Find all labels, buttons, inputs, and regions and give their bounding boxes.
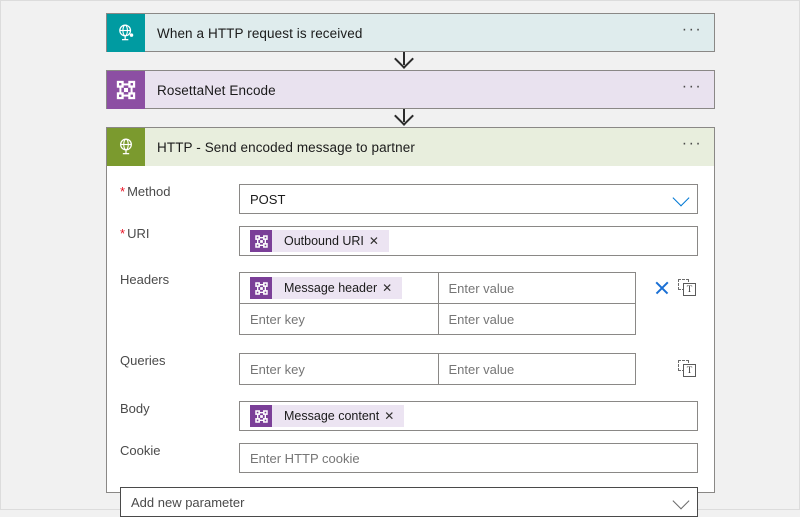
http-card-overflow-menu[interactable]: ··· xyxy=(670,128,714,166)
required-asterisk: * xyxy=(120,184,125,199)
cookie-control: Enter HTTP cookie xyxy=(239,443,698,473)
headers-row-actions: T xyxy=(636,272,698,303)
queries-key-placeholder-1: Enter key xyxy=(250,362,305,377)
http-action-form: *Method POST *URI xyxy=(107,166,714,517)
token-chip-remove-icon[interactable]: ✕ xyxy=(382,282,402,294)
queries-label: Queries xyxy=(107,353,239,369)
token-chip-outbound-uri[interactable]: Outbound URI ✕ xyxy=(250,230,389,252)
chevron-down-icon[interactable] xyxy=(673,190,690,207)
token-chip-remove-icon[interactable]: ✕ xyxy=(384,410,404,422)
headers-value-placeholder-1: Enter value xyxy=(449,281,515,296)
rosettanet-connector-icon xyxy=(250,230,272,252)
rosettanet-card-overflow-menu[interactable]: ··· xyxy=(670,71,714,109)
token-chip-label: Message header xyxy=(272,281,382,295)
connector-arrow-trigger-to-encode xyxy=(403,52,405,65)
body-input[interactable]: Message content ✕ xyxy=(239,401,698,431)
headers-value-placeholder-2: Enter value xyxy=(449,312,515,327)
action-card-rosettanet-encode[interactable]: RosettaNet Encode ··· xyxy=(106,70,715,109)
method-control: POST xyxy=(239,184,698,214)
chevron-down-icon[interactable] xyxy=(673,493,690,510)
cookie-label: Cookie xyxy=(107,443,239,459)
form-row-body: Body xyxy=(107,401,714,431)
http-card-header[interactable]: HTTP - Send encoded message to partner ·… xyxy=(107,128,714,166)
action-card-http-send[interactable]: HTTP - Send encoded message to partner ·… xyxy=(106,127,715,493)
uri-input[interactable]: Outbound URI ✕ xyxy=(239,226,698,256)
http-card-title: HTTP - Send encoded message to partner xyxy=(145,128,670,166)
trigger-card-title: When a HTTP request is received xyxy=(145,14,670,52)
headers-label: Headers xyxy=(107,272,239,288)
form-row-queries: Queries Enter key Enter value xyxy=(107,353,714,385)
headers-value-cell-2[interactable]: Enter value xyxy=(438,304,636,334)
add-dynamic-content-icon[interactable]: T xyxy=(678,360,696,378)
headers-key-placeholder-2: Enter key xyxy=(250,312,305,327)
headers-value-cell-1[interactable]: Enter value xyxy=(438,273,636,303)
body-label: Body xyxy=(107,401,239,417)
rosettanet-connector-icon xyxy=(250,405,272,427)
add-new-parameter-dropdown[interactable]: Add new parameter xyxy=(120,487,698,517)
headers-control: Message header ✕ Enter value xyxy=(239,272,698,335)
headers-key-cell-2[interactable]: Enter key xyxy=(240,304,438,334)
method-label: Method xyxy=(127,184,170,199)
connector-arrow-encode-to-http xyxy=(403,109,405,122)
form-row-method: *Method POST xyxy=(107,184,714,214)
body-control: Message content ✕ xyxy=(239,401,698,431)
cookie-placeholder: Enter HTTP cookie xyxy=(250,451,360,466)
rosettanet-card-title: RosettaNet Encode xyxy=(145,71,670,109)
add-dynamic-content-icon[interactable]: T xyxy=(678,279,696,297)
queries-row-1: Enter key Enter value xyxy=(240,354,635,384)
form-row-cookie: Cookie Enter HTTP cookie xyxy=(107,443,714,473)
headers-key-value-grid: Message header ✕ Enter value xyxy=(239,272,636,335)
method-value: POST xyxy=(250,192,285,207)
globe-network-icon xyxy=(107,14,145,52)
token-chip-remove-icon[interactable]: ✕ xyxy=(369,235,389,247)
required-asterisk: * xyxy=(120,226,125,241)
queries-control: Enter key Enter value T xyxy=(239,353,698,385)
token-chip-label: Message content xyxy=(272,409,384,423)
logic-app-designer-canvas: When a HTTP request is received ··· xyxy=(1,1,800,509)
form-row-headers: Headers xyxy=(107,272,714,335)
delete-x-icon[interactable] xyxy=(654,280,670,296)
queries-key-cell-1[interactable]: Enter key xyxy=(240,354,438,384)
cookie-input[interactable]: Enter HTTP cookie xyxy=(239,443,698,473)
rosettanet-connector-icon xyxy=(250,277,272,299)
trigger-card-overflow-menu[interactable]: ··· xyxy=(670,14,714,52)
method-label-wrap: *Method xyxy=(107,184,239,200)
form-row-uri: *URI xyxy=(107,226,714,256)
uri-label: URI xyxy=(127,226,149,241)
token-chip-message-header[interactable]: Message header ✕ xyxy=(250,277,402,299)
headers-row-1: Message header ✕ Enter value xyxy=(240,273,635,303)
globe-network-icon xyxy=(107,128,145,166)
headers-key-cell-1[interactable]: Message header ✕ xyxy=(240,273,438,303)
trigger-card-header[interactable]: When a HTTP request is received ··· xyxy=(107,14,714,52)
token-chip-message-content[interactable]: Message content ✕ xyxy=(250,405,404,427)
method-dropdown[interactable]: POST xyxy=(239,184,698,214)
queries-row-actions: T xyxy=(636,353,698,384)
uri-control: Outbound URI ✕ xyxy=(239,226,698,256)
queries-value-cell-1[interactable]: Enter value xyxy=(438,354,636,384)
trigger-card-http-request[interactable]: When a HTTP request is received ··· xyxy=(106,13,715,52)
rosettanet-card-header[interactable]: RosettaNet Encode ··· xyxy=(107,71,714,109)
add-new-parameter-label: Add new parameter xyxy=(131,495,244,510)
queries-value-placeholder-1: Enter value xyxy=(449,362,515,377)
headers-row-2: Enter key Enter value xyxy=(240,303,635,334)
token-chip-label: Outbound URI xyxy=(272,234,369,248)
queries-key-value-grid: Enter key Enter value xyxy=(239,353,636,385)
rosettanet-connector-icon xyxy=(107,71,145,109)
uri-label-wrap: *URI xyxy=(107,226,239,242)
